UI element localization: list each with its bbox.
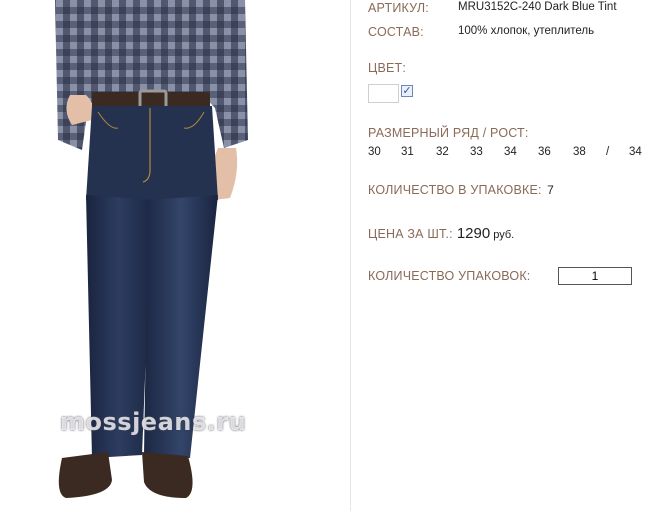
packs-row: КОЛИЧЕСТВО УПАКОВОК: — [368, 269, 530, 283]
composition-value: 100% хлопок, утеплитель — [458, 25, 595, 37]
composition-row: СОСТАВ: 100% хлопок, утеплитель — [368, 25, 594, 39]
pack-qty-value: 7 — [547, 183, 554, 197]
composition-label: СОСТАВ: — [368, 25, 424, 39]
size-row: РАЗМЕРНЫЙ РЯД / РОСТ: — [368, 126, 529, 140]
packs-quantity-input[interactable] — [558, 267, 632, 285]
color-row: ЦВЕТ: — [368, 61, 406, 75]
size-item: 33 — [470, 146, 483, 158]
size-item: 31 — [401, 146, 414, 158]
color-swatch[interactable] — [368, 84, 399, 103]
pack-qty-row: КОЛИЧЕСТВО В УПАКОВКЕ: 7 — [368, 183, 554, 197]
article-value: MRU3152C-240 Dark Blue Tint — [458, 1, 617, 13]
price-label: ЦЕНА ЗА ШТ.: — [368, 227, 453, 241]
size-item: 32 — [436, 146, 449, 158]
size-item: 34 — [504, 146, 517, 158]
watermark: mossjeans.ru — [60, 408, 247, 436]
article-row: АРТИКУЛ: MRU3152C-240 Dark Blue Tint — [368, 1, 617, 15]
product-photo[interactable]: mossjeans.ru — [0, 0, 351, 511]
pack-qty-label: КОЛИЧЕСТВО В УПАКОВКЕ: — [368, 183, 542, 197]
price-row: ЦЕНА ЗА ШТ.: 1290 руб. — [368, 225, 514, 242]
size-item: 30 — [368, 146, 381, 158]
product-info: АРТИКУЛ: MRU3152C-240 Dark Blue Tint СОС… — [368, 0, 651, 511]
packs-label: КОЛИЧЕСТВО УПАКОВОК: — [368, 269, 531, 283]
size-item: 36 — [538, 146, 551, 158]
color-checkbox[interactable]: ✓ — [401, 85, 413, 97]
price-currency: руб. — [493, 229, 515, 241]
price-value: 1290 — [456, 225, 491, 242]
size-separator: / — [606, 146, 610, 158]
article-label: АРТИКУЛ: — [368, 1, 429, 15]
size-label: РАЗМЕРНЫЙ РЯД / РОСТ: — [368, 126, 529, 140]
color-label: ЦВЕТ: — [368, 61, 407, 75]
size-item: 38 — [573, 146, 586, 158]
size-item: 34 — [629, 146, 642, 158]
